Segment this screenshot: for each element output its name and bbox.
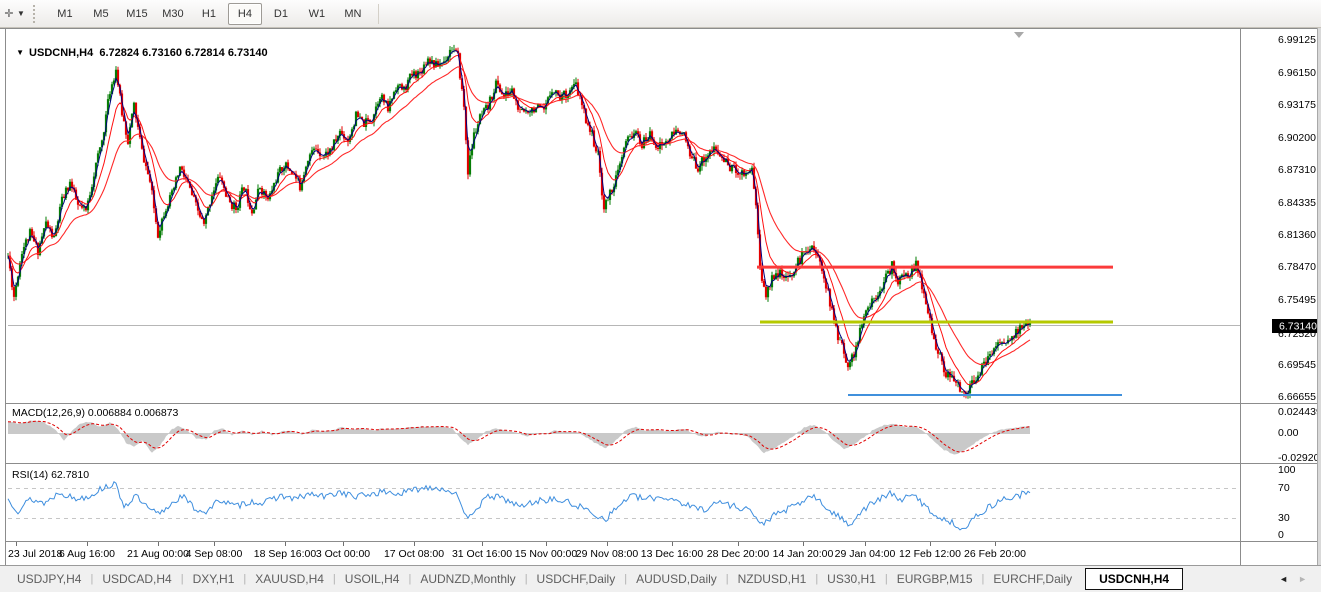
- date-axis-label: 18 Sep 16:00: [254, 548, 317, 560]
- tab-eurgbp-m15[interactable]: EURGBP,M15: [888, 569, 982, 589]
- timeframe-button-m5[interactable]: M5: [84, 3, 118, 25]
- price-axis-label: 6.66655: [1278, 391, 1316, 403]
- current-price-badge-text: 6.73140: [1279, 320, 1317, 332]
- date-axis-label: 15 Nov 00:00: [515, 548, 578, 560]
- date-axis-label: 26 Feb 20:00: [964, 548, 1026, 560]
- macd-axis-label: -0.029207: [1278, 452, 1321, 464]
- price-axis-label: 6.84335: [1278, 197, 1316, 209]
- price-chart-canvas[interactable]: 6.99125 6.96150 6.93175 6.90200 6.87310 6.843…: [0, 0, 1321, 565]
- date-axis-label: 17 Oct 08:00: [384, 548, 444, 560]
- rsi-axis-label: 70: [1278, 482, 1290, 494]
- tab-us30-h1[interactable]: US30,H1: [818, 569, 885, 589]
- rsi-axis-label: 30: [1278, 512, 1290, 524]
- chart-symbol-title: ▼ USDCNH,H4 6.72824 6.73160 6.72814 6.731…: [10, 35, 268, 59]
- macd-histogram: [8, 420, 1030, 454]
- tab-scroll-right-icon[interactable]: ►: [1298, 574, 1307, 584]
- scroll-to-end-marker[interactable]: [1014, 32, 1024, 38]
- rsi-line: [8, 482, 1030, 530]
- timeframe-button-h4[interactable]: H4: [228, 3, 262, 25]
- tab-usdjpy-h4[interactable]: USDJPY,H4: [8, 569, 90, 589]
- date-axis-label: 31 Oct 16:00: [452, 548, 512, 560]
- symbol-tabs-group: USDJPY,H4|USDCAD,H4|DXY,H1|XAUUSD,H4|USO…: [8, 568, 1187, 590]
- tab-eurchf-daily[interactable]: EURCHF,Daily: [984, 569, 1081, 589]
- ma-red-slow-line: [8, 67, 1030, 365]
- toolbar-grip[interactable]: [33, 5, 39, 23]
- timeframe-button-m15[interactable]: M15: [120, 3, 154, 25]
- price-axis-label: 6.90200: [1278, 132, 1316, 144]
- timeframe-button-m30[interactable]: M30: [156, 3, 190, 25]
- tab-usdchf-daily[interactable]: USDCHF,Daily: [528, 569, 625, 589]
- timeframe-button-mn[interactable]: MN: [336, 3, 370, 25]
- rsi-axis-label: 100: [1278, 464, 1296, 476]
- date-axis-label: 6 Aug 16:00: [59, 548, 115, 560]
- tab-xauusd-h4[interactable]: XAUUSD,H4: [246, 569, 333, 589]
- toolbar-separator: [378, 4, 379, 24]
- window-right-border: [1317, 28, 1321, 565]
- timeframe-toolbar: ✛ ▼ M1M5M15M30H1H4D1W1MN: [0, 0, 1321, 28]
- tab-scroll-left-icon[interactable]: ◄: [1279, 574, 1288, 584]
- crosshair-tool-icon[interactable]: ✛: [2, 6, 16, 22]
- tab-audnzd-monthly[interactable]: AUDNZD,Monthly: [411, 569, 524, 589]
- symbol-tabbar: USDJPY,H4|USDCAD,H4|DXY,H1|XAUUSD,H4|USO…: [0, 565, 1321, 592]
- date-axis-label: 29 Nov 08:00: [576, 548, 639, 560]
- tab-usdcad-h4[interactable]: USDCAD,H4: [93, 569, 180, 589]
- rsi-indicator-label: RSI(14) 62.7810: [12, 469, 89, 481]
- indicator-collapse-icon[interactable]: ▼: [16, 48, 24, 57]
- date-axis-label: 12 Feb 12:00: [899, 548, 961, 560]
- timeframe-buttons-group: M1M5M15M30H1H4D1W1MN: [47, 3, 371, 25]
- macd-indicator-label: MACD(12,26,9) 0.006884 0.006873: [12, 407, 178, 419]
- macd-axis-label: 0.00: [1278, 427, 1299, 439]
- price-axis-label: 6.75495: [1278, 294, 1316, 306]
- tab-dxy-h1[interactable]: DXY,H1: [184, 569, 244, 589]
- date-axis-label: 13 Dec 16:00: [641, 548, 704, 560]
- tab-scroll-arrows: ◄ ►: [1279, 574, 1307, 584]
- date-axis-label: 4 Sep 08:00: [186, 548, 243, 560]
- date-axis-label: 29 Jan 04:00: [835, 548, 896, 560]
- price-axis-label: 6.87310: [1278, 164, 1316, 176]
- date-axis-label: 21 Aug 00:00: [127, 548, 189, 560]
- date-axis-label: 14 Jan 20:00: [773, 548, 834, 560]
- timeframe-button-h1[interactable]: H1: [192, 3, 226, 25]
- timeframe-button-w1[interactable]: W1: [300, 3, 334, 25]
- symbol-name: USDCNH,H4: [29, 47, 93, 59]
- price-axis-label: 6.96150: [1278, 67, 1316, 79]
- tab-audusd-daily[interactable]: AUDUSD,Daily: [627, 569, 726, 589]
- tab-usoil-h4[interactable]: USOIL,H4: [336, 569, 409, 589]
- date-axis-label: 23 Jul 2018: [8, 548, 62, 560]
- price-axis-label: 6.69545: [1278, 359, 1316, 371]
- rsi-axis-label: 0: [1278, 529, 1284, 541]
- price-axis-label: 6.78470: [1278, 261, 1316, 273]
- ohlc-quotes: 6.72824 6.73160 6.72814 6.73140: [99, 47, 267, 59]
- price-axis-label: 6.81360: [1278, 229, 1316, 241]
- timeframe-button-d1[interactable]: D1: [264, 3, 298, 25]
- date-axis-label: 28 Dec 20:00: [707, 548, 770, 560]
- date-axis-label: 3 Oct 00:00: [316, 548, 370, 560]
- price-axis-label: 6.93175: [1278, 99, 1316, 111]
- timeframe-button-m1[interactable]: M1: [48, 3, 82, 25]
- trading-terminal-window: { "toolbar": { "cursor_tool_icon": "✛", …: [0, 0, 1321, 592]
- macd-axis-label: 0.024439: [1278, 406, 1321, 418]
- tab-usdcnh-h4[interactable]: USDCNH,H4: [1085, 568, 1183, 590]
- toolbar-dropdown-icon[interactable]: ▼: [17, 9, 25, 18]
- tab-nzdusd-h1[interactable]: NZDUSD,H1: [729, 569, 816, 589]
- price-axis-label: 6.99125: [1278, 34, 1316, 46]
